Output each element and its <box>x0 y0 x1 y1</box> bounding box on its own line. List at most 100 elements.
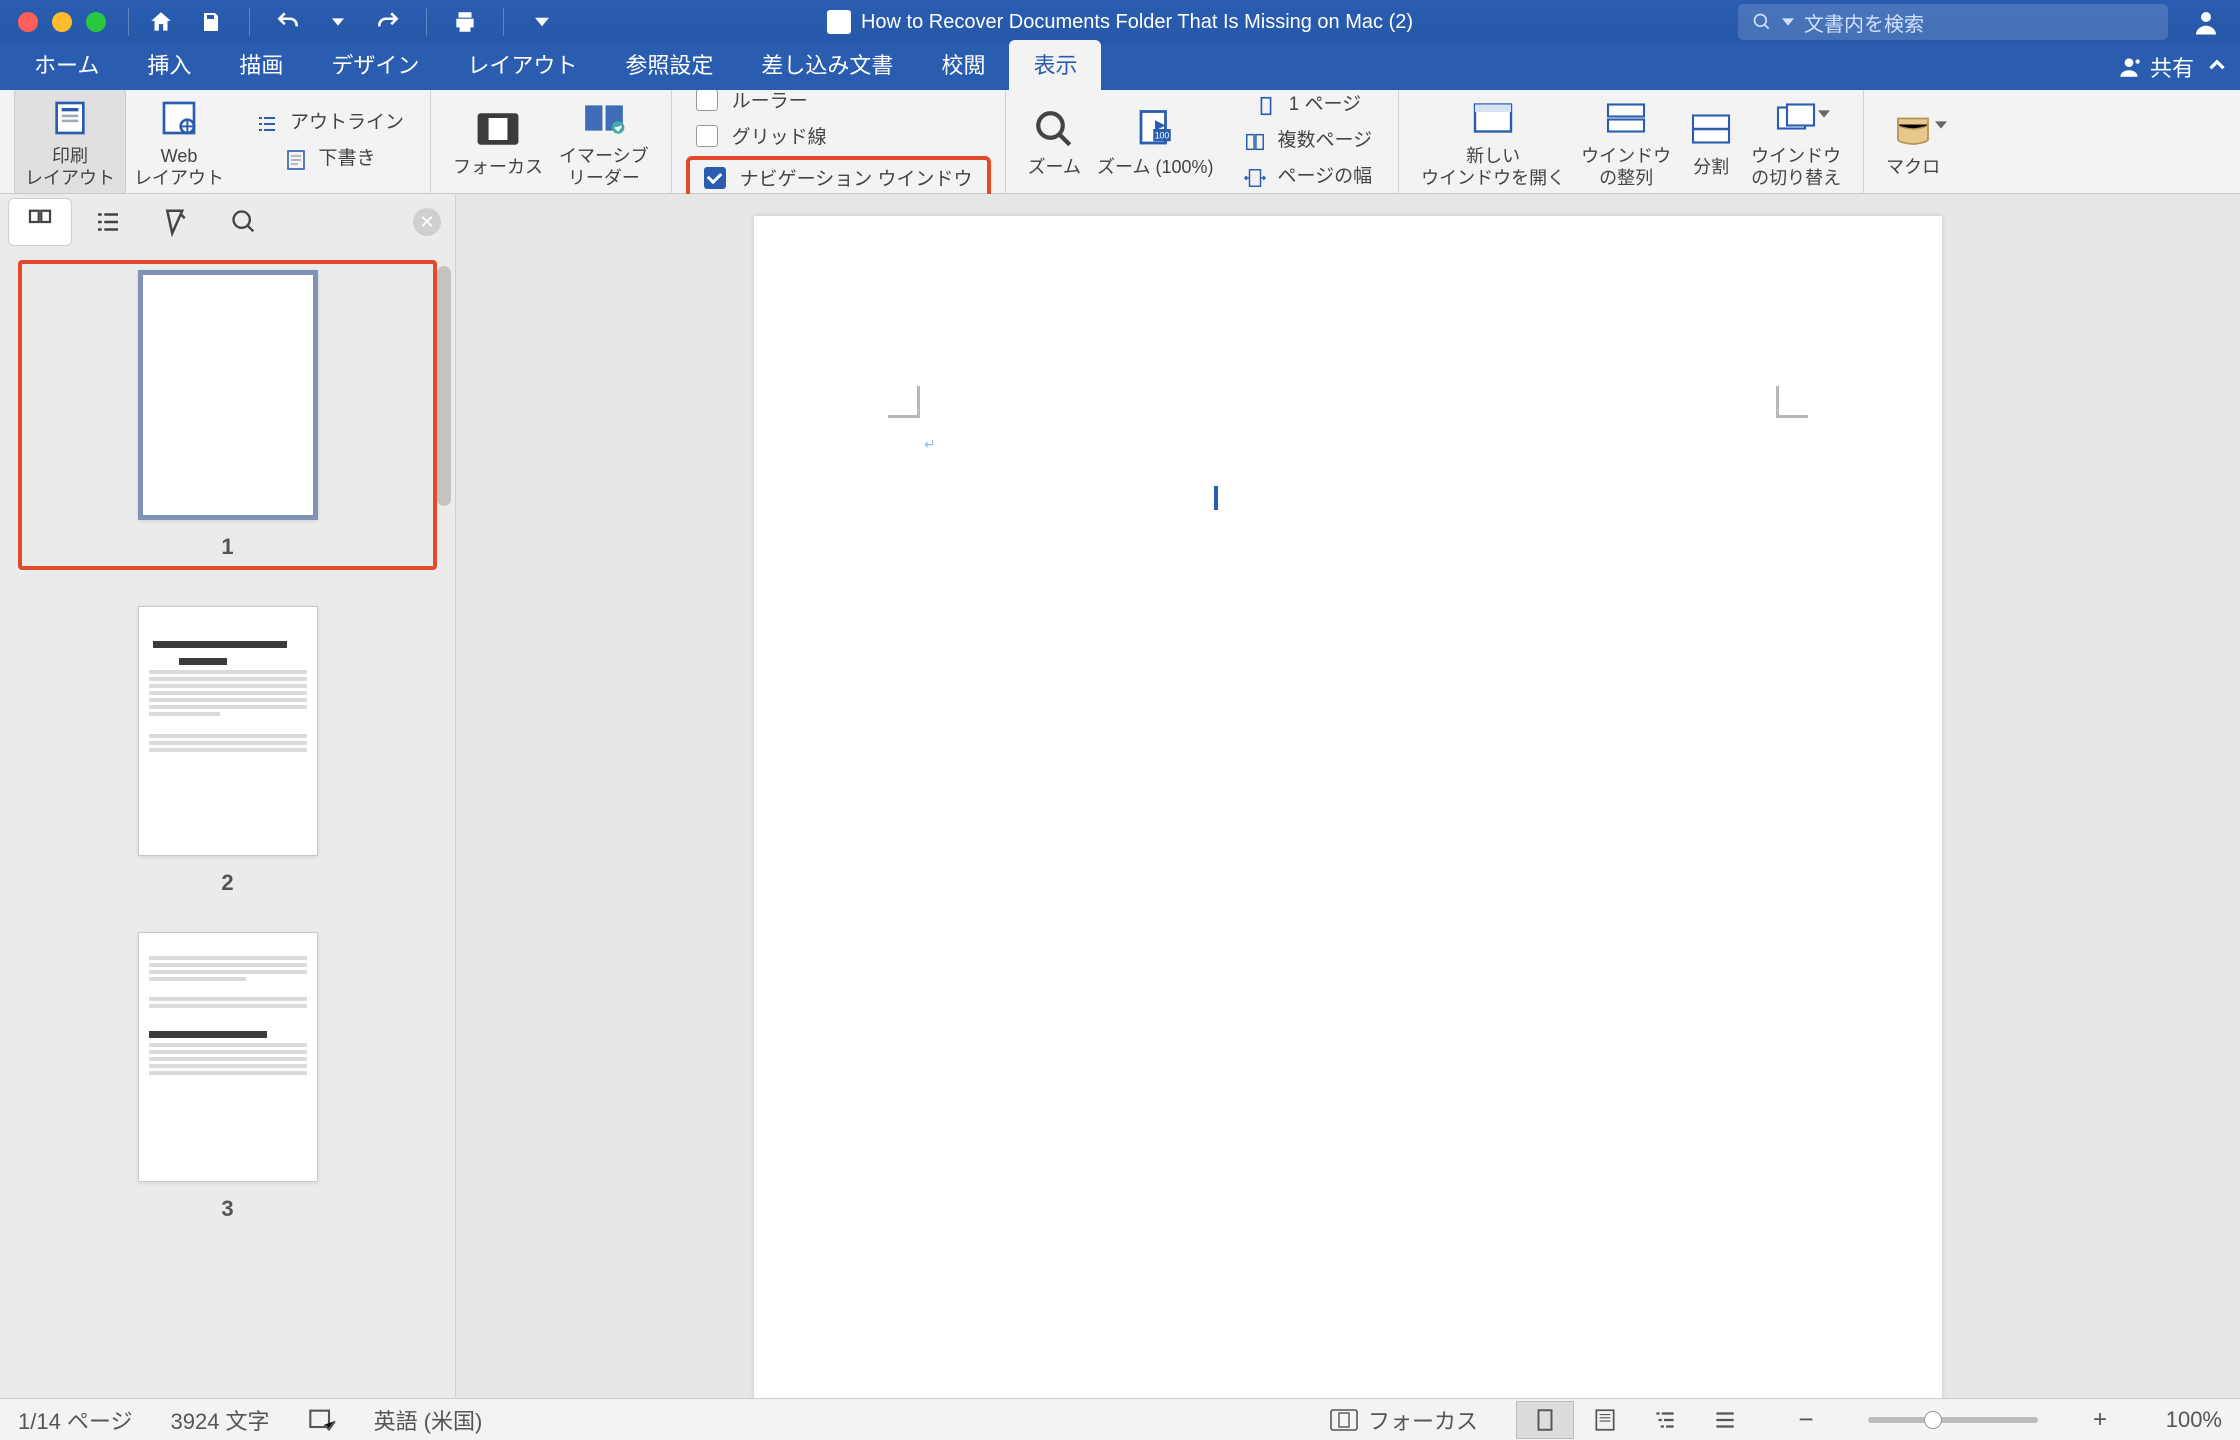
immersive-reader-button[interactable]: イマーシブ リーダー <box>551 90 657 193</box>
tab-insert[interactable]: 挿入 <box>123 40 215 90</box>
navigation-pane: ✕ 1 2 <box>0 194 456 1398</box>
nav-reviewing-tab[interactable] <box>144 198 208 246</box>
split-window-button[interactable]: 分割 <box>1679 101 1743 183</box>
thumb-label-2: 2 <box>221 870 233 896</box>
traffic-lights <box>0 12 124 32</box>
page-width-button[interactable]: ページの幅 <box>1230 161 1385 195</box>
tab-design[interactable]: デザイン <box>307 40 443 90</box>
nav-thumbnails-tab[interactable] <box>8 198 72 246</box>
tab-home[interactable]: ホーム <box>10 40 123 90</box>
nav-close-button[interactable]: ✕ <box>413 208 441 236</box>
document-title: How to Recover Documents Folder That Is … <box>861 11 1413 34</box>
status-focus-label: フォーカス <box>1368 1404 1478 1436</box>
web-view-button[interactable] <box>1696 1401 1754 1439</box>
search-dropdown-icon <box>1782 16 1794 28</box>
tab-mailings[interactable]: 差し込み文書 <box>737 40 917 90</box>
status-focus-button[interactable]: フォーカス <box>1330 1404 1478 1436</box>
quick-access <box>133 6 570 38</box>
margin-corner-tl <box>888 386 920 418</box>
multi-page-label: 複数ページ <box>1278 130 1373 153</box>
focus-button[interactable]: フォーカス <box>445 101 551 183</box>
status-page[interactable]: 1/14 ページ <box>18 1404 133 1436</box>
web-layout-button[interactable]: Web レイアウト <box>126 90 232 193</box>
close-window[interactable] <box>18 12 38 32</box>
ribbon-view: 印刷 レイアウト Web レイアウト アウトライン 下書き フォーカス イマーシ… <box>0 90 2240 194</box>
print-icon[interactable] <box>449 6 481 38</box>
tab-references[interactable]: 参照設定 <box>601 40 737 90</box>
zoom-slider[interactable] <box>1868 1417 2038 1423</box>
one-page-label: 1 ページ <box>1289 94 1361 117</box>
nav-scrollbar[interactable] <box>437 266 451 506</box>
tab-draw[interactable]: 描画 <box>215 40 307 90</box>
ribbon-tabs: ホーム 挿入 描画 デザイン レイアウト 参照設定 差し込み文書 校閲 表示 共… <box>0 44 2240 90</box>
thumbnail-page-2[interactable] <box>138 606 318 856</box>
undo-dropdown-icon[interactable] <box>322 6 354 38</box>
status-word-count[interactable]: 3924 文字 <box>171 1404 270 1436</box>
thumbnail-list[interactable]: 1 2 <box>0 250 455 1398</box>
search-icon <box>1752 12 1772 32</box>
thumbnail-1-highlight: 1 <box>18 260 437 570</box>
macros-button[interactable]: マクロ <box>1878 101 1948 183</box>
arrange-windows-button[interactable]: ウインドウ の整列 <box>1573 90 1679 193</box>
focus-label: フォーカス <box>453 157 543 179</box>
margin-corner-tr <box>1776 386 1808 418</box>
group-views: 印刷 レイアウト Web レイアウト アウトライン 下書き <box>0 90 431 193</box>
outline-view-button[interactable] <box>1636 1401 1694 1439</box>
print-layout-button[interactable]: 印刷 レイアウト <box>14 89 126 194</box>
tab-layout[interactable]: レイアウト <box>443 40 601 90</box>
undo-icon[interactable] <box>272 6 304 38</box>
customize-qat-icon[interactable] <box>526 6 558 38</box>
zoom-button[interactable]: ズーム <box>1020 101 1089 183</box>
draft-label: 下書き <box>319 148 376 171</box>
macros-label: マクロ <box>1886 157 1940 179</box>
multi-page-button[interactable]: 複数ページ <box>1230 125 1385 159</box>
redo-icon[interactable] <box>372 6 404 38</box>
share-button[interactable]: 共有 <box>2116 51 2194 83</box>
account-icon[interactable] <box>2190 6 2222 38</box>
new-window-label: 新しい ウインドウを開く <box>1421 146 1565 189</box>
fullscreen-window[interactable] <box>86 12 106 32</box>
focus-icon <box>1330 1409 1358 1431</box>
nav-headings-tab[interactable] <box>76 198 140 246</box>
one-page-button[interactable]: 1 ページ <box>1230 89 1385 123</box>
zoom-percent[interactable]: 100% <box>2152 1407 2222 1433</box>
navigation-pane-checkbox[interactable]: ナビゲーション ウインドウ <box>694 162 983 194</box>
thumb-label-3: 3 <box>221 1196 233 1222</box>
outline-button[interactable]: アウトライン <box>242 107 416 141</box>
switch-windows-button[interactable]: ウインドウ の切り替え <box>1743 90 1849 193</box>
new-window-button[interactable]: 新しい ウインドウを開く <box>1413 90 1573 193</box>
paragraph-mark: ↵ <box>924 436 936 453</box>
thumbnail-page-3[interactable] <box>138 932 318 1182</box>
word-doc-icon <box>827 10 851 34</box>
search-box[interactable]: 文書内を検索 <box>1738 4 2168 40</box>
spellcheck-icon[interactable] <box>308 1406 336 1434</box>
tab-review[interactable]: 校閲 <box>917 40 1009 90</box>
zoom-in-button[interactable]: + <box>2086 1406 2114 1434</box>
minimize-window[interactable] <box>52 12 72 32</box>
zoom-out-button[interactable]: − <box>1792 1406 1820 1434</box>
svg-text:100: 100 <box>1155 130 1170 140</box>
navpane-label: ナビゲーション ウインドウ <box>740 164 973 191</box>
arrange-label: ウインドウ の整列 <box>1581 146 1671 189</box>
document-page[interactable]: ↵ <box>754 216 1942 1398</box>
nav-find-tab[interactable] <box>212 198 276 246</box>
zoom-100-button[interactable]: 100 ズーム (100%) <box>1089 101 1222 183</box>
search-placeholder: 文書内を検索 <box>1804 8 1924 37</box>
status-language[interactable]: 英語 (米国) <box>374 1404 483 1436</box>
document-area[interactable]: ↵ <box>456 194 2240 1398</box>
status-bar: 1/14 ページ 3924 文字 英語 (米国) フォーカス − + 100% <box>0 1398 2240 1440</box>
tab-view[interactable]: 表示 <box>1009 40 1101 90</box>
page-width-label: ページの幅 <box>1278 166 1373 189</box>
save-icon[interactable] <box>195 6 227 38</box>
zoom-slider-knob[interactable] <box>1924 1411 1942 1429</box>
read-view-button[interactable] <box>1576 1401 1634 1439</box>
print-view-button[interactable] <box>1516 1401 1574 1439</box>
chevron-down-icon <box>1935 119 1947 131</box>
collapse-ribbon-icon[interactable] <box>2204 52 2234 82</box>
home-icon[interactable] <box>145 6 177 38</box>
share-label: 共有 <box>2150 51 2194 83</box>
draft-button[interactable]: 下書き <box>242 143 416 177</box>
gridlines-checkbox[interactable]: グリッド線 <box>686 120 991 152</box>
gridlines-label: グリッド線 <box>732 122 827 149</box>
thumbnail-page-1[interactable] <box>138 270 318 520</box>
